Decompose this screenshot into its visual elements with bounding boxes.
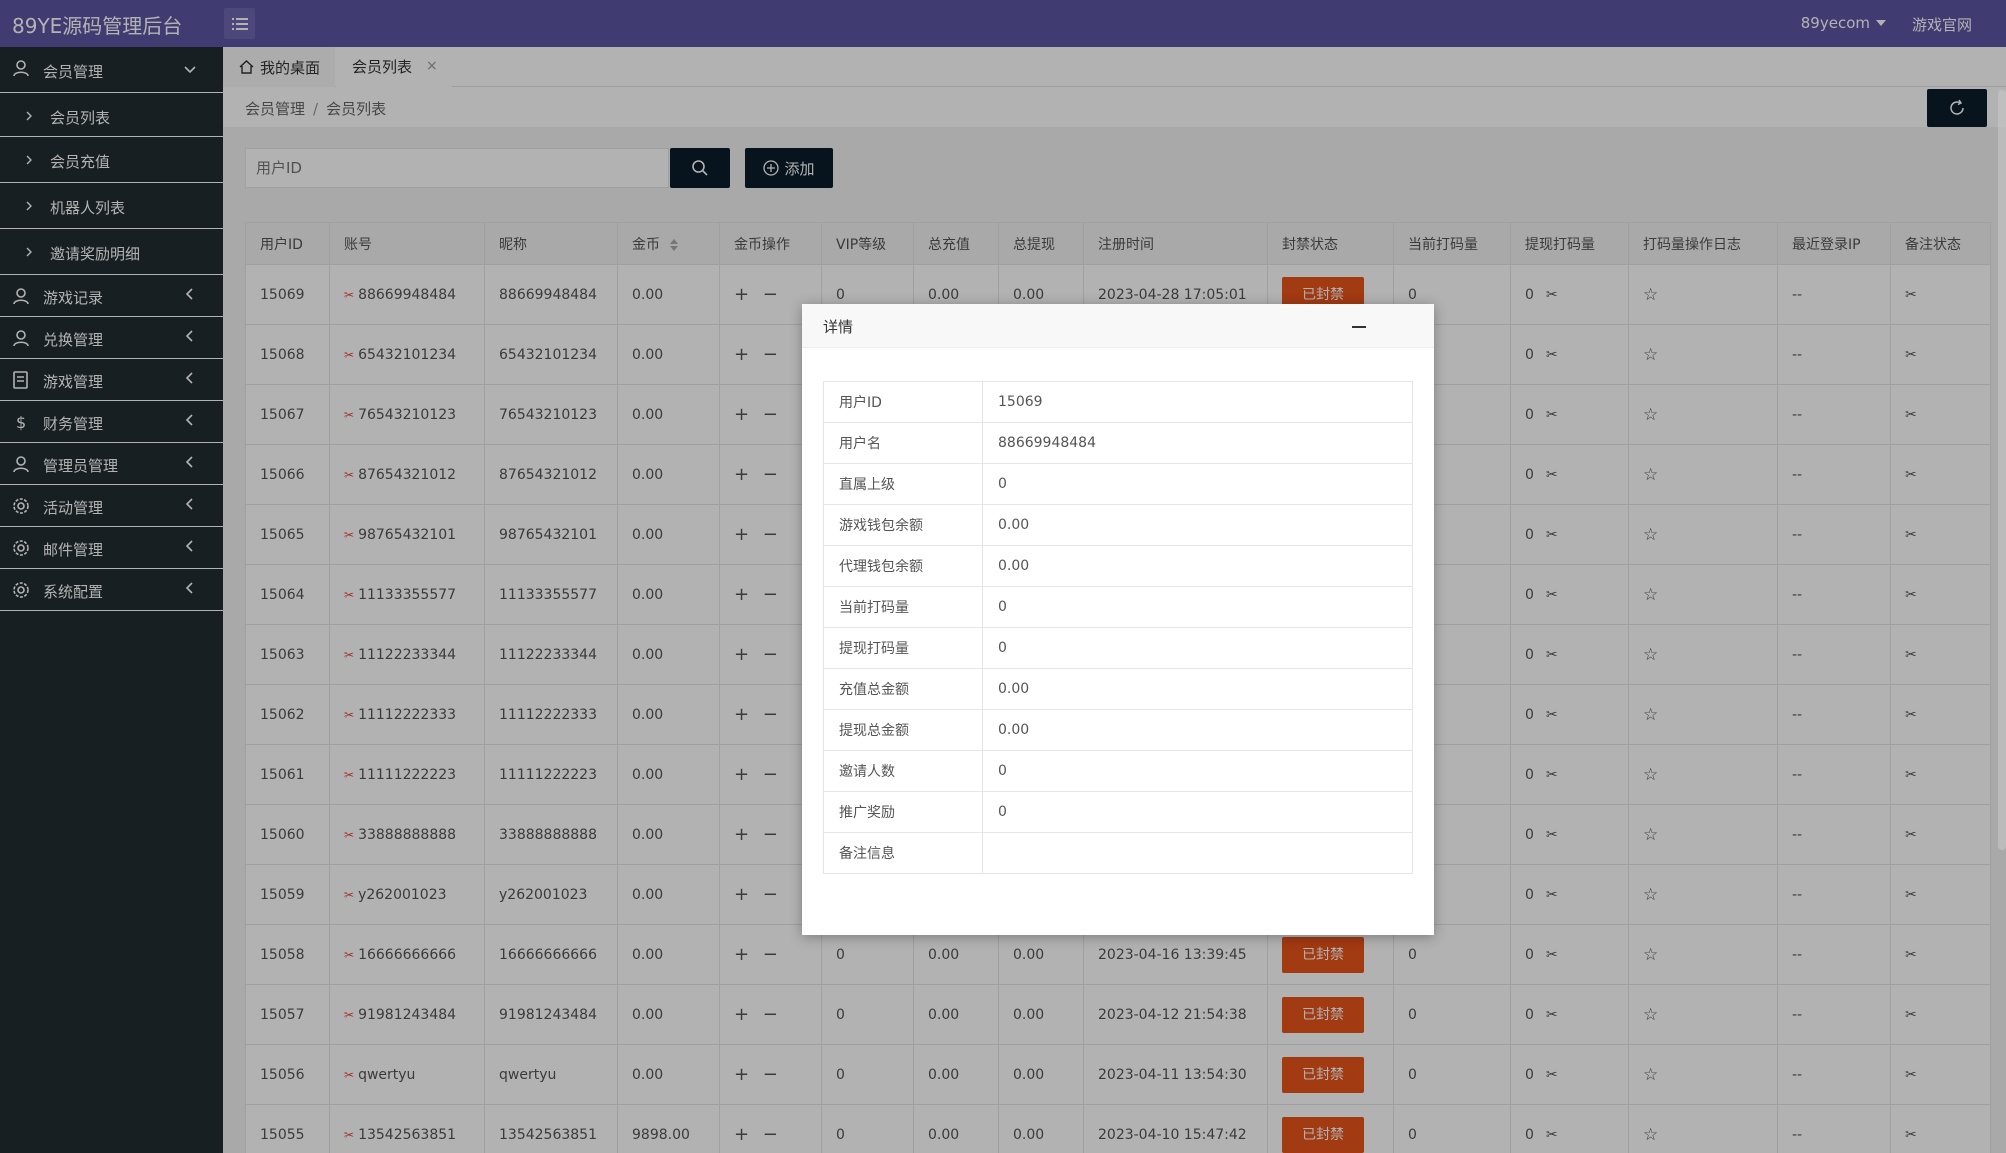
detail-key: 提现总金额 [823, 709, 983, 751]
detail-row: 备注信息 [823, 832, 1413, 874]
detail-value: 0 [982, 463, 1413, 505]
detail-value: 0 [982, 627, 1413, 669]
detail-row: 用户ID 15069 [823, 381, 1413, 423]
detail-key: 用户名 [823, 422, 983, 464]
detail-key: 邀请人数 [823, 750, 983, 792]
detail-row: 提现总金额 0.00 [823, 709, 1413, 751]
detail-value: 0.00 [982, 709, 1413, 751]
detail-row: 游戏钱包余额 0.00 [823, 504, 1413, 546]
detail-key: 直属上级 [823, 463, 983, 505]
detail-row: 当前打码量 0 [823, 586, 1413, 628]
detail-row: 邀请人数 0 [823, 750, 1413, 792]
detail-key: 充值总金额 [823, 668, 983, 710]
detail-value: 0.00 [982, 504, 1413, 546]
detail-key: 推广奖励 [823, 791, 983, 833]
detail-key: 备注信息 [823, 832, 983, 874]
detail-value: 0 [982, 791, 1413, 833]
detail-row: 用户名 88669948484 [823, 422, 1413, 464]
minimize-icon[interactable] [1352, 326, 1366, 328]
detail-key: 用户ID [823, 381, 983, 423]
detail-value: 0 [982, 750, 1413, 792]
modal-title: 详情 [823, 318, 854, 336]
detail-row: 直属上级 0 [823, 463, 1413, 505]
detail-table: 用户ID 15069 用户名 88669948484 直属上级 0 游戏钱包余额 0.00 代理… [823, 381, 1413, 874]
detail-modal: 详情 用户ID 15069 用户名 88669948484 直属上级 0 游戏钱包余额 0.0… [802, 304, 1434, 935]
detail-key: 游戏钱包余额 [823, 504, 983, 546]
detail-value: 0.00 [982, 668, 1413, 710]
scrollbar[interactable] [1998, 90, 2006, 850]
detail-body: 用户ID 15069 用户名 88669948484 直属上级 0 游戏钱包余额 0.00 代理… [823, 381, 1413, 874]
detail-value: 0 [982, 586, 1413, 628]
detail-value: 88669948484 [982, 422, 1413, 464]
detail-key: 当前打码量 [823, 586, 983, 628]
detail-row: 充值总金额 0.00 [823, 668, 1413, 710]
detail-value: 15069 [982, 381, 1413, 423]
detail-row: 提现打码量 0 [823, 627, 1413, 669]
detail-value [982, 832, 1413, 874]
detail-row: 推广奖励 0 [823, 791, 1413, 833]
detail-key: 提现打码量 [823, 627, 983, 669]
detail-key: 代理钱包余额 [823, 545, 983, 587]
detail-row: 代理钱包余额 0.00 [823, 545, 1413, 587]
detail-value: 0.00 [982, 545, 1413, 587]
modal-header: 详情 [802, 304, 1434, 348]
